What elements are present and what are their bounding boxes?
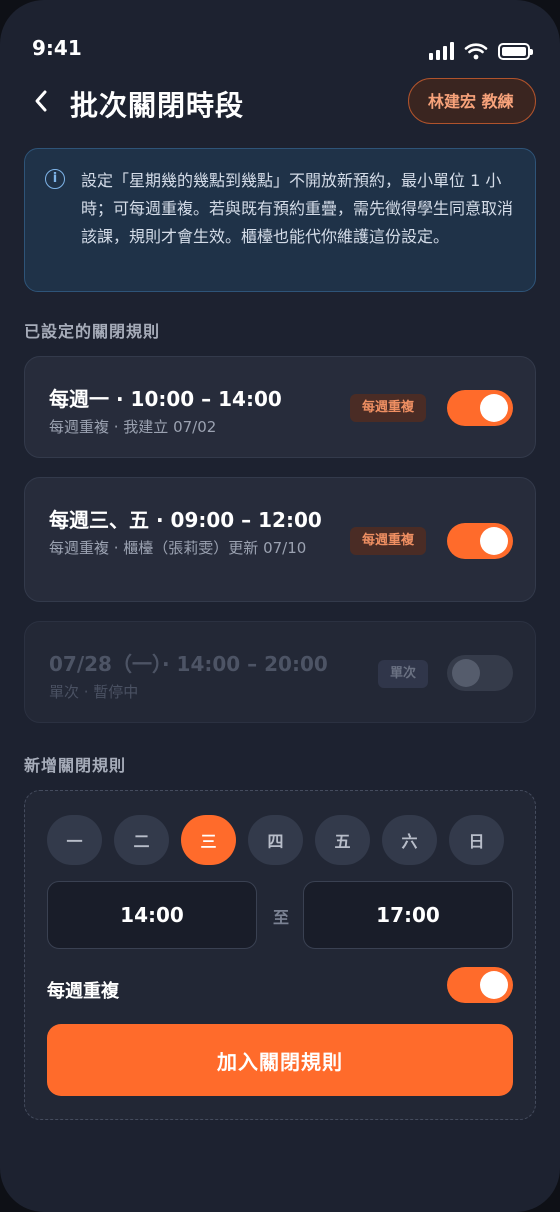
info-notice: i 設定「星期幾的幾點到幾點」不開放新預約，最小單位 1 小時；可每週重複。若與… — [24, 148, 536, 292]
new-rule-panel: 一 二 三 四 五 六 日 14:00 至 17:00 每週重複 加入關閉規則 — [24, 790, 536, 1120]
rule-toggle[interactable] — [447, 390, 513, 426]
rules-section-label: 已設定的關閉規則 — [24, 322, 161, 341]
rule-toggle[interactable] — [447, 655, 513, 691]
status-bar: 9:41 — [32, 34, 533, 64]
cellular-signal-icon — [429, 42, 454, 60]
rule-card: 每週三、五 · 09:00 – 12:00 每週重複 · 櫃檯（張莉雯）更新 0… — [24, 477, 536, 602]
info-text: 設定「星期幾的幾點到幾點」不開放新預約，最小單位 1 小時；可每週重複。若與既有… — [81, 171, 514, 246]
rule-toggle[interactable] — [447, 523, 513, 559]
status-icons — [429, 42, 533, 60]
day-fri-button[interactable]: 五 — [315, 815, 370, 865]
toggle-knob — [480, 527, 508, 555]
header: 批次關閉時段 林建宏 教練 — [24, 78, 536, 126]
toggle-knob — [480, 394, 508, 422]
new-rule-section-label: 新增關閉規則 — [24, 756, 127, 775]
add-rule-button[interactable]: 加入關閉規則 — [47, 1024, 513, 1096]
rule-card-paused: 07/28（一）· 14:00 – 20:00 單次 · 暫停中 單次 — [24, 621, 536, 723]
day-mon-button[interactable]: 一 — [47, 815, 102, 865]
rule-subtitle: 單次 · 暫停中 — [49, 683, 139, 701]
day-wed-button[interactable]: 三 — [181, 815, 236, 865]
rule-title: 每週一 · 10:00 – 14:00 — [49, 387, 282, 411]
repeat-tag: 每週重複 — [350, 394, 427, 422]
rule-title: 07/28（一）· 14:00 – 20:00 — [49, 652, 328, 676]
status-time: 9:41 — [32, 36, 82, 60]
start-time-input[interactable]: 14:00 — [47, 881, 257, 949]
day-thu-button[interactable]: 四 — [248, 815, 303, 865]
back-chevron-icon[interactable] — [26, 86, 56, 116]
page-title: 批次關閉時段 — [70, 89, 245, 122]
repeat-label: 每週重複 — [47, 981, 119, 1002]
info-icon: i — [45, 169, 65, 189]
battery-icon — [498, 43, 533, 60]
single-tag: 單次 — [378, 660, 429, 688]
toggle-knob — [480, 971, 508, 999]
day-selector: 一 二 三 四 五 六 日 — [47, 815, 504, 865]
toggle-knob — [452, 659, 480, 687]
wifi-icon — [464, 43, 488, 60]
coach-badge[interactable]: 林建宏 教練 — [408, 78, 536, 124]
rule-subtitle: 每週重複 · 我建立 07/02 — [49, 418, 217, 436]
rule-title: 每週三、五 · 09:00 – 12:00 — [49, 508, 322, 532]
rule-card: 每週一 · 10:00 – 14:00 每週重複 · 我建立 07/02 每週重… — [24, 356, 536, 458]
day-tue-button[interactable]: 二 — [114, 815, 169, 865]
app-screen: 9:41 批次關閉時段 林建宏 教練 i 設定「星期幾的幾點到幾點」不開放新預約… — [0, 0, 560, 1212]
repeat-toggle[interactable] — [447, 967, 513, 1003]
day-sun-button[interactable]: 日 — [449, 815, 504, 865]
day-sat-button[interactable]: 六 — [382, 815, 437, 865]
rule-subtitle: 每週重複 · 櫃檯（張莉雯）更新 07/10 — [49, 539, 307, 557]
end-time-input[interactable]: 17:00 — [303, 881, 513, 949]
repeat-tag: 每週重複 — [350, 527, 427, 555]
to-label: 至 — [273, 908, 290, 927]
